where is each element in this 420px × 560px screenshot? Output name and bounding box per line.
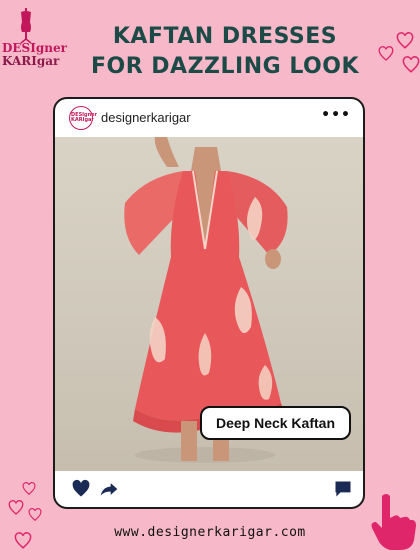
- heart-outline-icon: [28, 508, 42, 522]
- post-username[interactable]: designerkarigar: [101, 110, 191, 125]
- more-options-icon[interactable]: •••: [321, 107, 351, 123]
- heart-outline-icon: [402, 56, 420, 73]
- heart-outline-icon: [22, 482, 36, 496]
- logo-line2: KARIgar: [2, 54, 60, 68]
- product-tag[interactable]: Deep Neck Kaftan: [199, 406, 351, 440]
- heart-icon[interactable]: [71, 479, 91, 499]
- pointer-hand-icon: [371, 494, 416, 550]
- post-actions: [55, 471, 363, 507]
- heart-outline-icon: [8, 500, 24, 515]
- headline-line2: FOR DAZZLING LOOK: [90, 54, 360, 79]
- heart-outline-icon: [396, 32, 414, 49]
- logo-line1: DESIgner: [2, 41, 67, 55]
- brand-logo: DESIgner KARIgar: [2, 8, 68, 68]
- post-photo: Deep Neck Kaftan: [55, 137, 363, 471]
- headline-line1: KAFTAN DRESSES: [112, 24, 338, 49]
- avatar-text: DESIgner KARIgar: [71, 111, 98, 123]
- share-icon[interactable]: [99, 479, 119, 499]
- comment-icon[interactable]: [333, 479, 353, 499]
- social-post-card: DESIgner KARIgar designerkarigar ••• Dee…: [53, 97, 365, 509]
- post-header: DESIgner KARIgar designerkarigar •••: [55, 99, 363, 137]
- heart-outline-icon: [378, 46, 394, 61]
- avatar[interactable]: DESIgner KARIgar: [69, 106, 98, 130]
- website-url[interactable]: www.designerkarigar.com: [0, 525, 420, 540]
- mannequin-icon: [20, 8, 32, 44]
